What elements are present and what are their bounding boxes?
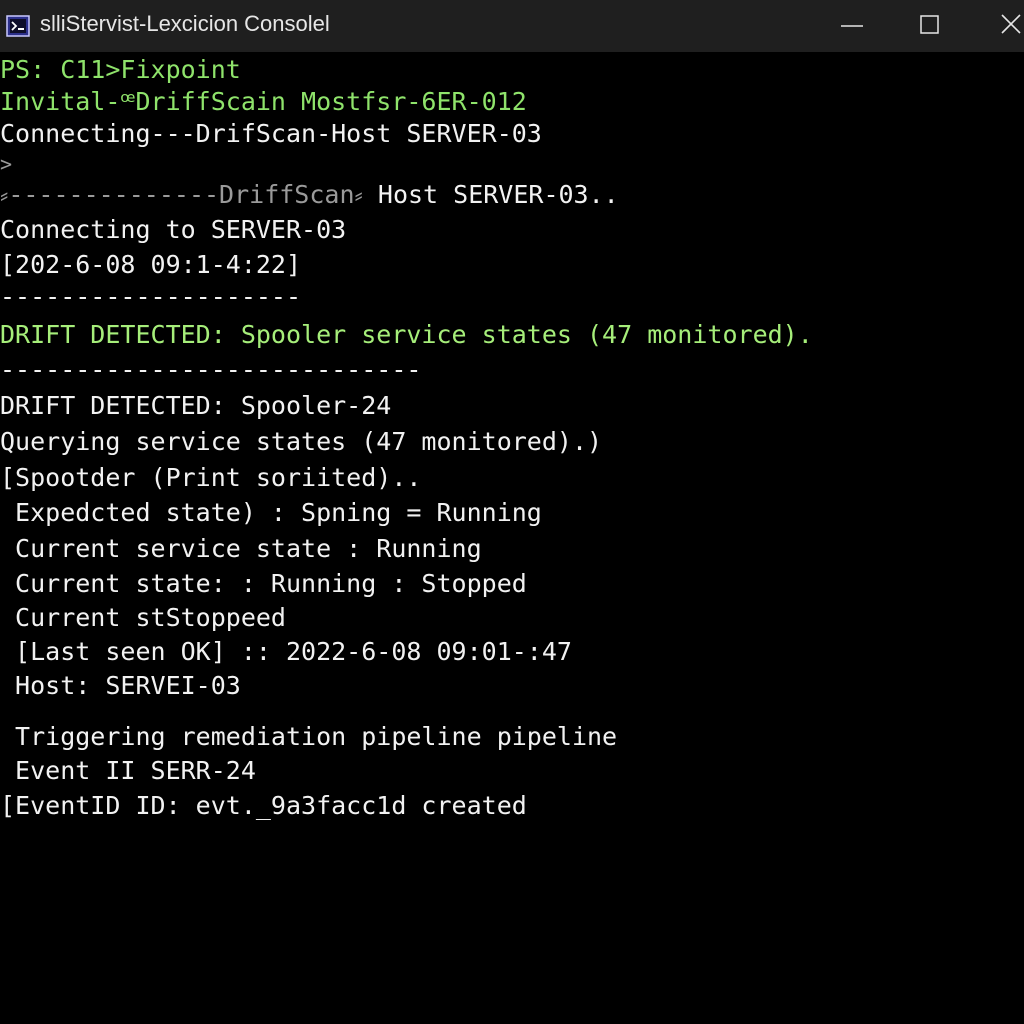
output-line: [Spootder (Print soriited).. (0, 463, 422, 492)
terminal-output[interactable]: PS: C11>Fixpoint Invital-ꟹDriffScain Mos… (0, 52, 1024, 1024)
separator-line: -------------------- (0, 282, 302, 311)
output-line: Connecting to SERVER-03 (0, 215, 347, 244)
console-window: slliStervist-Lexcicion Consolel PS: C11>… (0, 0, 1024, 1024)
terminal-app-icon (6, 15, 30, 37)
output-line: Current state: : Running : Stopped (0, 569, 527, 598)
close-button[interactable] (970, 0, 1024, 52)
output-line: Querying service states (47 monitored).) (0, 427, 603, 456)
separator-text: ⸗--------------DriffScan⸗ (0, 180, 363, 209)
drift-detected-line: DRIFT DETECTED: Spooler-24 (0, 391, 392, 420)
minimize-icon (841, 25, 863, 27)
output-line: Expedcted state) : Spning = Running (0, 498, 542, 527)
window-title: slliStervist-Lexcicion Consolel (40, 11, 330, 36)
output-line: Current service state : Running (0, 534, 482, 563)
maximize-button[interactable] (890, 0, 970, 52)
timestamp-line: [202-6-08 09:1-4:22] (0, 250, 302, 279)
minimize-button[interactable] (812, 0, 892, 52)
title-bar[interactable]: slliStervist-Lexcicion Consolel (0, 0, 1024, 52)
output-line: Host: SERVEI-03 (0, 671, 241, 700)
host-text: Host SERVER-03.. (362, 180, 619, 209)
output-line: > (0, 152, 13, 176)
separator-line: ---------------------------- (0, 355, 422, 384)
maximize-icon (920, 15, 939, 34)
drift-alert-line: DRIFT DETECTED: Spooler service states (… (0, 320, 813, 349)
output-line: Triggering remediation pipeline pipeline (0, 722, 618, 751)
close-icon (1001, 14, 1021, 34)
output-line: [Last seen OK] :: 2022-6-08 09:01-:47 (0, 637, 572, 666)
prompt-line: PS: C11>Fixpoint (0, 55, 241, 84)
output-line: [EventID ID: evt._9a3facc1d created (0, 791, 527, 820)
output-line: Connecting---DrifScan-Host SERVER-03 (0, 119, 542, 148)
command-line: Invital-ꟹDriffScain Mostfsr-6ER-012 (0, 87, 527, 116)
output-line: Current stStoppeed (0, 603, 286, 632)
output-line: ⸗--------------DriffScan⸗ Host SERVER-03… (0, 180, 619, 210)
output-line: Event II SERR-24 (0, 756, 256, 785)
